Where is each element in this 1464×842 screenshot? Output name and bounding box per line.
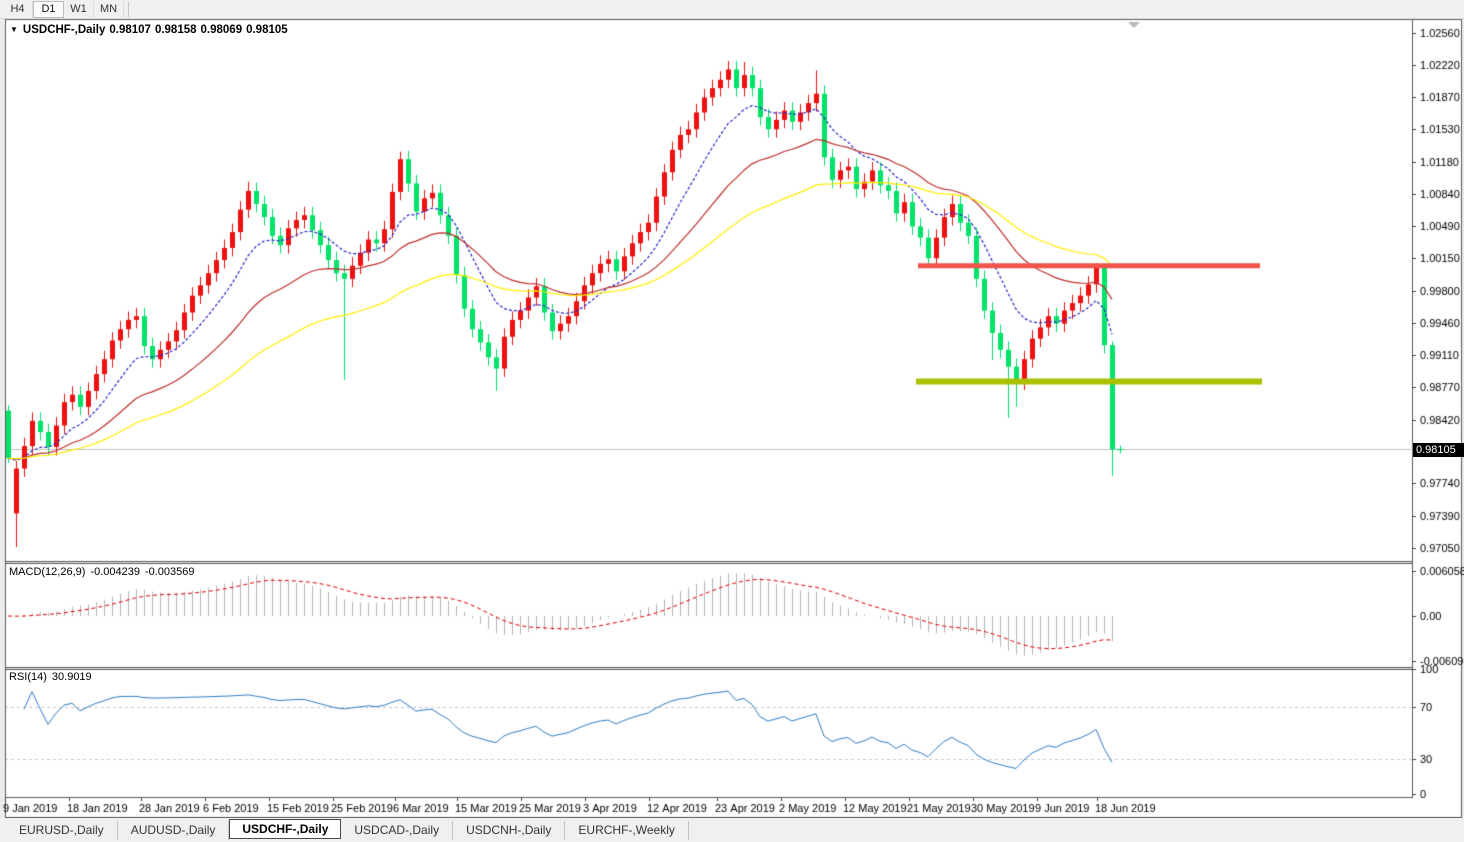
rsi-value: 30.9019 <box>52 671 92 683</box>
ohlc-low: 0.98069 <box>201 24 243 36</box>
macd-main-value: -0.004239 <box>90 566 140 578</box>
timeframe-button-w1[interactable]: W1 <box>64 1 94 17</box>
macd-indicator-label: MACD(12,26,9) -0.004239 -0.003569 <box>9 566 195 578</box>
timeframe-toolbar: H4D1W1MN <box>0 0 1464 19</box>
macd-signal-value: -0.003569 <box>145 566 195 578</box>
toolbar-divider <box>128 2 129 17</box>
timeframe-button-d1[interactable]: D1 <box>33 1 64 18</box>
mt4-window: H4D1W1MN ▼ USDCHF-,Daily 0.98107 0.98158 0.9… <box>0 0 1464 842</box>
ohlc-close: 0.98105 <box>246 24 288 36</box>
price-chart-canvas[interactable] <box>0 0 1464 842</box>
symbol-dropdown-icon[interactable]: ▼ <box>10 25 18 34</box>
symbol-name: USDCHF-,Daily <box>23 24 105 36</box>
chart-tab-usdcad[interactable]: USDCAD-,Daily <box>341 821 453 840</box>
symbol-header: ▼ USDCHF-,Daily 0.98107 0.98158 0.980690.981… <box>10 24 292 36</box>
macd-name: MACD(12,26,9) <box>9 566 85 578</box>
timeframe-button-h4[interactable]: H4 <box>3 1 33 17</box>
chart-tab-usdchf[interactable]: USDCHF-,Daily <box>229 819 341 839</box>
chart-tab-bar: EURUSD-,DailyAUDUSD-,DailyUSDCHF-,DailyU… <box>0 818 1464 842</box>
ohlc-open: 0.98107 <box>109 24 151 36</box>
rsi-name: RSI(14) <box>9 671 47 683</box>
chart-tab-eurchf[interactable]: EURCHF-,Weekly <box>565 821 688 840</box>
ohlc-high: 0.98158 <box>155 24 197 36</box>
rsi-indicator-label: RSI(14) 30.9019 <box>9 671 92 683</box>
chart-tab-usdcnh[interactable]: USDCNH-,Daily <box>453 821 565 840</box>
current-price-badge: 0.98105 <box>1413 443 1464 457</box>
timeframe-button-mn[interactable]: MN <box>94 1 124 17</box>
chart-tab-audusd[interactable]: AUDUSD-,Daily <box>118 821 230 840</box>
chart-tab-eurusd[interactable]: EURUSD-,Daily <box>6 821 118 840</box>
